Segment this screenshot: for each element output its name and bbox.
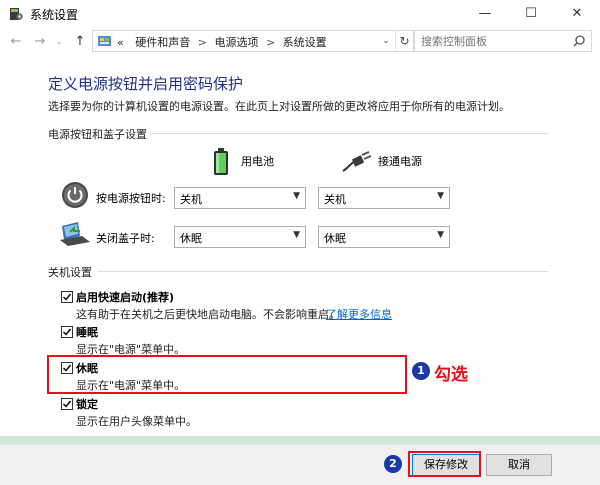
check-icon <box>63 293 72 301</box>
step-1-annotation: 勾选 <box>434 365 468 385</box>
plugged-in-column-label: 接通电源 <box>378 155 422 168</box>
maximize-button[interactable]: ☐ <box>508 0 554 28</box>
address-bar[interactable]: « 硬件和声音 > 电源选项 > 系统设置 ⌄ ↻ <box>92 30 414 52</box>
lid-close-plugged-select[interactable]: 休眠 ▼ <box>318 226 450 248</box>
step-1-badge: 1 <box>412 362 430 380</box>
minimize-button[interactable]: — <box>462 0 508 28</box>
breadcrumb-separator[interactable]: > <box>266 36 275 49</box>
lock-checkbox[interactable] <box>61 398 73 410</box>
breadcrumb-item-power-options[interactable]: 电源选项 <box>214 36 258 49</box>
breadcrumb-item-system-settings[interactable]: 系统设置 <box>283 36 327 49</box>
shutdown-section-header: 关机设置 <box>48 266 92 279</box>
battery-column-label: 用电池 <box>241 155 274 168</box>
breadcrumb: « 硬件和声音 > 电源选项 > 系统设置 <box>117 34 327 50</box>
power-button-icon <box>60 180 90 210</box>
battery-icon <box>212 148 230 176</box>
chevron-down-icon: ▼ <box>437 230 444 240</box>
search-icon[interactable] <box>571 33 587 49</box>
select-value: 关机 <box>324 193 346 206</box>
system-settings-icon <box>8 6 24 22</box>
check-icon <box>63 400 72 408</box>
check-icon <box>63 328 72 336</box>
lock-label[interactable]: 锁定 <box>76 396 98 412</box>
lid-close-battery-select[interactable]: 休眠 ▼ <box>174 226 306 248</box>
chevron-down-icon: ▼ <box>293 230 300 240</box>
select-value: 休眠 <box>180 232 202 245</box>
lock-description: 显示在用户头像菜单中。 <box>76 415 197 428</box>
refresh-button[interactable]: ↻ <box>395 31 413 51</box>
section-divider <box>98 271 548 272</box>
fast-startup-label[interactable]: 启用快速启动(推荐) <box>76 289 174 305</box>
power-button-label: 按电源按钮时: <box>96 192 166 205</box>
address-dropdown-button[interactable]: ⌄ <box>377 31 395 51</box>
power-button-plugged-select[interactable]: 关机 ▼ <box>318 187 450 209</box>
save-highlight-box <box>408 451 481 477</box>
sleep-checkbox[interactable] <box>61 326 73 338</box>
search-input[interactable] <box>421 34 569 49</box>
breadcrumb-item-hardware-sound[interactable]: 硬件和声音 <box>135 36 190 49</box>
step-2-badge: 2 <box>384 455 402 473</box>
forward-button[interactable]: → <box>30 32 50 52</box>
back-button[interactable]: ← <box>6 32 26 52</box>
select-value: 休眠 <box>324 232 346 245</box>
up-button[interactable]: ↑ <box>70 32 90 52</box>
recent-locations-button[interactable]: ⌄ <box>52 32 66 52</box>
breadcrumb-overflow[interactable]: « <box>117 36 124 49</box>
window-title: 系统设置 <box>30 8 79 22</box>
fast-startup-description: 这有助于在关机之后更快地启动电脑。不会影响重启。 <box>76 308 340 321</box>
title-bar: 系统设置 — ☐ ✕ <box>0 0 600 28</box>
power-lid-section-header: 电源按钮和盖子设置 <box>48 128 147 141</box>
breadcrumb-separator[interactable]: > <box>198 36 207 49</box>
close-button[interactable]: ✕ <box>554 0 600 28</box>
plug-icon <box>342 150 372 172</box>
page-title: 定义电源按钮并启用密码保护 <box>48 75 244 93</box>
search-box[interactable] <box>414 30 592 52</box>
chevron-down-icon: ▼ <box>437 191 444 201</box>
sleep-label[interactable]: 睡眠 <box>76 324 98 340</box>
lid-close-label: 关闭盖子时: <box>96 232 155 245</box>
footer-separator-band <box>0 436 600 445</box>
page-description: 选择要为你的计算机设置的电源设置。在此页上对设置所做的更改将应用于你所有的电源计… <box>48 100 510 113</box>
select-value: 关机 <box>180 193 202 206</box>
learn-more-link[interactable]: 了解更多信息 <box>326 306 392 322</box>
fast-startup-checkbox[interactable] <box>61 291 73 303</box>
section-divider <box>150 133 548 134</box>
cancel-button[interactable]: 取消 <box>486 454 552 476</box>
hibernate-highlight-box <box>47 355 407 394</box>
laptop-lid-icon <box>58 222 92 248</box>
chevron-down-icon: ▼ <box>293 191 300 201</box>
power-button-battery-select[interactable]: 关机 ▼ <box>174 187 306 209</box>
control-panel-icon <box>97 34 113 49</box>
